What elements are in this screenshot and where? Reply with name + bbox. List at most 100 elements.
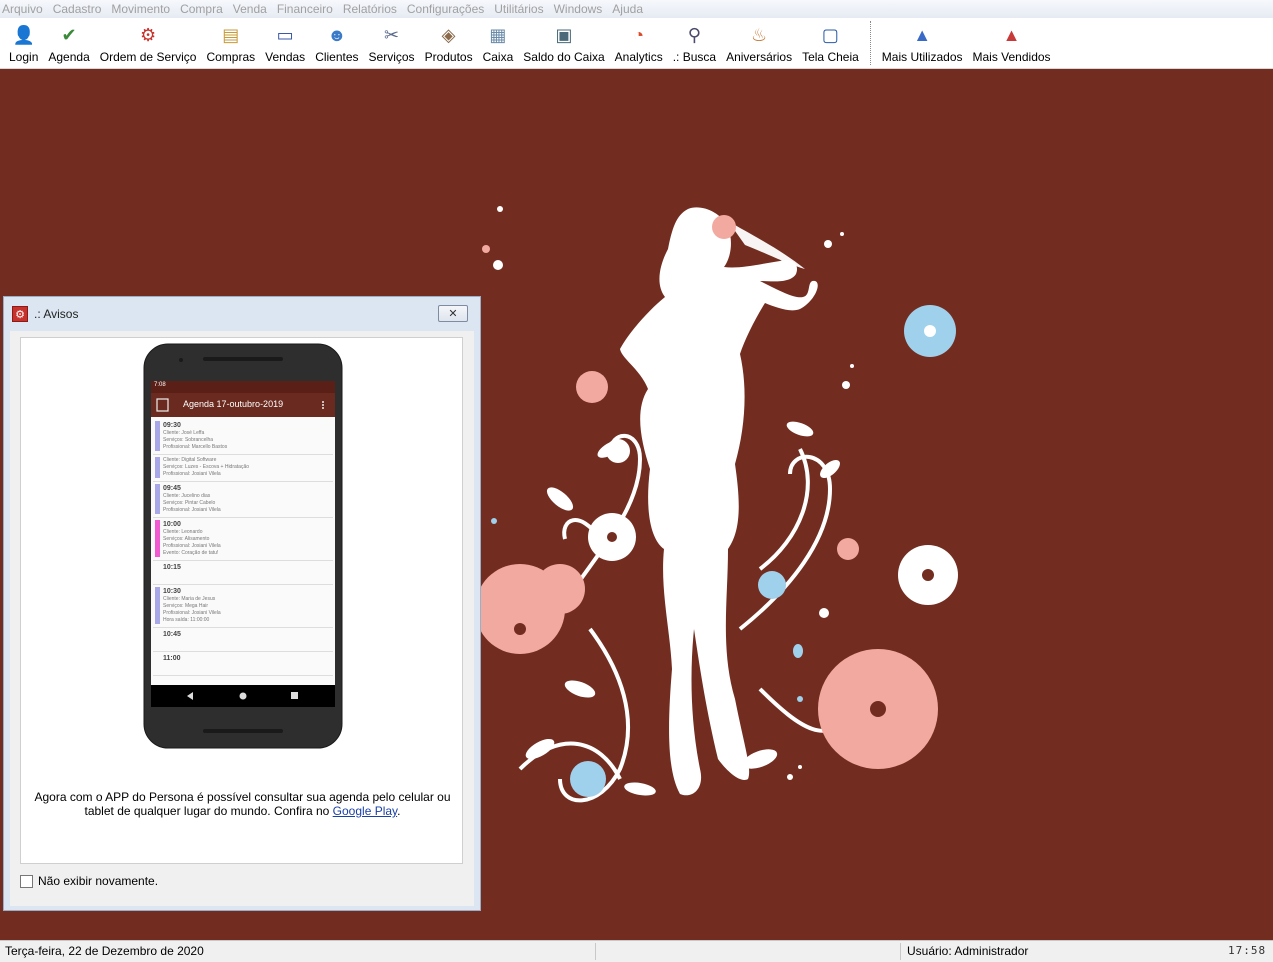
notice-dialog: ⚙ .: Avisos ✕ 7:08 Agenda 17-outubro-201…: [3, 296, 481, 911]
dialog-title: .: Avisos: [34, 307, 79, 321]
agenda-entry: 11:00: [153, 652, 333, 676]
menu-1[interactable]: Cadastro: [51, 0, 110, 18]
agenda-entry-time: 09:30: [163, 422, 181, 429]
menu-3[interactable]: Compra: [178, 0, 231, 18]
scissors-icon: ✂: [384, 24, 400, 45]
agenda-entry: 10:30 Cliente: Maria de Jesus Serviços: Me…: [153, 585, 333, 628]
chart-icon: ◔: [633, 24, 645, 45]
calendar-check-icon: ✔: [61, 24, 77, 45]
dialog-body: 7:08 Agenda 17-outubro-2019 09:30 Cliente…: [10, 331, 474, 906]
menu-0[interactable]: Arquivo: [0, 0, 51, 18]
agenda-entry-time: 10:00: [163, 521, 181, 528]
agenda-entry-time: 10:45: [163, 631, 181, 638]
toolbar-button-label: Clientes: [315, 50, 359, 64]
status-divider: [900, 943, 901, 960]
agenda-entry-line: Hora saída: 11:00:00: [163, 617, 210, 623]
menu-5[interactable]: Financeiro: [275, 0, 341, 18]
dont-show-again-label[interactable]: Não exibir novamente.: [38, 874, 158, 888]
dont-show-again-row[interactable]: Não exibir novamente.: [20, 874, 158, 888]
laptop-icon: ▭: [276, 24, 294, 45]
dialog-titlebar[interactable]: ⚙ .: Avisos ✕: [4, 297, 480, 331]
dont-show-again-checkbox[interactable]: [20, 874, 33, 888]
toolbar-button-label: Compras: [206, 50, 256, 64]
agenda-entry-line: Cliente: Jucelino dias: [163, 493, 211, 499]
magnifier-icon: ⚲: [687, 24, 701, 45]
menu-4[interactable]: Venda: [231, 0, 275, 18]
menu-6[interactable]: Relatórios: [341, 0, 405, 18]
toolbar-button-busca[interactable]: ⚲ .: Busca: [668, 18, 721, 68]
toolbar-button-label: .: Busca: [672, 50, 717, 64]
toolbar-button-label: Mais Vendidos: [972, 50, 1051, 64]
close-icon: ✕: [448, 308, 458, 320]
menu-7[interactable]: Configurações: [405, 0, 492, 18]
status-divider: [595, 943, 596, 960]
agenda-entry: 10:45: [153, 628, 333, 652]
menu-9[interactable]: Windows: [552, 0, 611, 18]
menu-2[interactable]: Movimento: [109, 0, 178, 18]
main-toolbar: 👤 Login ✔ Agenda ⚙ Ordem de Serviço ▤ Compras ▭ V…: [0, 18, 1273, 69]
agenda-entry-line: Cliente: José Leffa: [163, 430, 205, 436]
toolbar-button-vendas[interactable]: ▭ Vendas: [260, 18, 310, 68]
toolbar-button-label: Analytics: [614, 50, 663, 64]
agenda-entry: 10:15: [153, 561, 333, 585]
toolbar-button-ordem-de-serviço[interactable]: ⚙ Ordem de Serviço: [95, 18, 202, 68]
menu-8[interactable]: Utilitários: [492, 0, 551, 18]
toolbar-button-tela-cheia[interactable]: ▢ Tela Cheia: [797, 18, 864, 68]
agenda-entry-time: 09:45: [163, 485, 181, 492]
toolbar-button-clientes[interactable]: ☻ Clientes: [310, 18, 363, 68]
toolbar-button-label: Ordem de Serviço: [99, 50, 197, 64]
toolbar-button-login[interactable]: 👤 Login: [4, 18, 43, 68]
phone-header-title: Agenda 17-outubro-2019: [183, 399, 284, 409]
agenda-entry-line: Serviços: Sobrancelha: [163, 437, 214, 443]
agenda-entry: 09:45 Cliente: Jucelino dias Serviços: Pin…: [153, 482, 333, 518]
box-tag-icon: ▤: [222, 24, 240, 45]
agenda-entry-time: 11:00: [163, 655, 181, 662]
cake-icon: ♨: [751, 24, 768, 45]
toolbar-button-mais-vendidos[interactable]: ▲ Mais Vendidos: [968, 18, 1056, 68]
toolbar-button-agenda[interactable]: ✔ Agenda: [43, 18, 94, 68]
toolbar-button-label: Tela Cheia: [802, 50, 859, 64]
toolbar-button-label: Vendas: [265, 50, 306, 64]
fullscreen-icon: ▢: [821, 24, 839, 45]
toolbar-button-analytics[interactable]: ◔ Analytics: [610, 18, 668, 68]
notice-message: Agora com o APP do Persona é possível co…: [27, 790, 458, 818]
cash-box-icon: ▦: [489, 24, 507, 45]
toolbar-button-mais-utilizados[interactable]: ▲ Mais Utilizados: [877, 18, 968, 68]
menu-bar: Arquivo Cadastro Movimento Compra Venda Finan…: [0, 0, 1273, 18]
agenda-entry-line: Profissional: Josiani Vilela: [163, 471, 221, 477]
toolbar-button-compras[interactable]: ▤ Compras: [201, 18, 260, 68]
status-user: Usuário: Administrador: [907, 944, 1029, 958]
agenda-entry-line: Profissional: Josiani Vilela: [163, 543, 221, 549]
toolbar-separator: [869, 21, 871, 65]
agenda-entry-line: Serviços: Alisamento: [163, 536, 210, 542]
agenda-entry-line: Serviços: Pintar Cabelo: [163, 500, 216, 506]
top-sold-icon: ▲: [1002, 24, 1021, 45]
toolbar-button-aniversários[interactable]: ♨ Aniversários: [721, 18, 797, 68]
notice-panel: 7:08 Agenda 17-outubro-2019 09:30 Cliente…: [20, 337, 463, 864]
close-button[interactable]: ✕: [438, 305, 468, 322]
agenda-entry-line: Profissional: Marcello Bastos: [163, 444, 228, 450]
toolbar-button-label: Mais Utilizados: [881, 50, 963, 64]
agenda-entry-time: 10:15: [163, 564, 181, 571]
notice-message-end: .: [397, 804, 401, 818]
toolbar-button-caixa[interactable]: ▦ Caixa: [478, 18, 519, 68]
status-date: Terça-feira, 22 de Dezembro de 2020: [5, 944, 204, 958]
agenda-entry-line: Cliente: Leonardo: [163, 529, 203, 535]
agenda-entry-color-bar: [155, 484, 160, 514]
agenda-entry-color-bar: [155, 587, 160, 624]
top-used-icon: ▲: [913, 24, 932, 45]
toolbar-button-saldo-do-caixa[interactable]: ▣ Saldo do Caixa: [518, 18, 609, 68]
gear-icon: ⚙: [12, 306, 28, 322]
google-play-link[interactable]: Google Play: [333, 804, 397, 818]
phone-mockup-image: 7:08 Agenda 17-outubro-2019 09:30 Cliente…: [143, 343, 343, 749]
status-time: 17:58: [1228, 944, 1267, 957]
agenda-entry-line: Cliente: Digital Software: [163, 457, 217, 463]
cash-register-icon: ▣: [555, 24, 573, 45]
menu-10[interactable]: Ajuda: [610, 0, 651, 18]
agenda-entry: 10:00 Cliente: Leonardo Serviços: Alisamen…: [153, 518, 333, 561]
toolbar-button-serviços[interactable]: ✂ Serviços: [364, 18, 420, 68]
toolbar-button-produtos[interactable]: ◈ Produtos: [420, 18, 478, 68]
status-bar: Terça-feira, 22 de Dezembro de 2020 Usuá…: [0, 940, 1273, 962]
toolbar-button-label: Caixa: [482, 50, 514, 64]
woman-silhouette: [620, 207, 818, 796]
